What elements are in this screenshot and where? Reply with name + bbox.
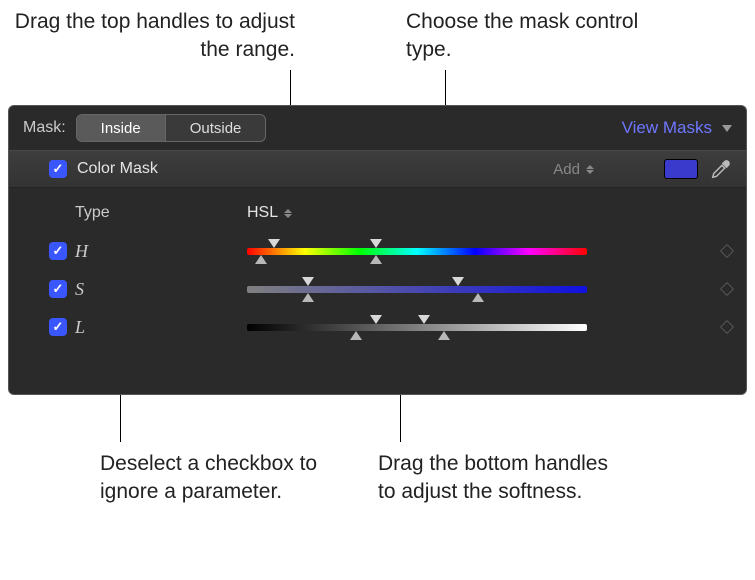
s-keyframe[interactable] (720, 282, 734, 296)
h-slider[interactable] (247, 238, 587, 264)
mask-panel: Mask: Inside Outside View Masks Color Ma… (8, 105, 747, 395)
color-swatch[interactable] (664, 159, 698, 179)
s-soft-handle-right[interactable] (472, 293, 484, 302)
h-checkbox[interactable] (49, 242, 67, 260)
chevron-down-icon (722, 125, 732, 132)
color-mask-checkbox[interactable] (49, 160, 67, 178)
s-track (247, 286, 587, 293)
h-range-handle-right[interactable] (370, 239, 382, 248)
seg-inside-button[interactable]: Inside (77, 115, 165, 141)
s-soft-handle-left[interactable] (302, 293, 314, 302)
l-soft-handle-left[interactable] (350, 331, 362, 340)
rows-container: Type HSL H S (9, 188, 746, 346)
color-mask-header: Color Mask Add (9, 150, 746, 188)
l-range-handle-left[interactable] (370, 315, 382, 324)
param-row-s: S (49, 270, 732, 308)
param-row-l: L (49, 308, 732, 346)
h-soft-handle-right[interactable] (370, 255, 382, 264)
type-row: Type HSL (49, 194, 732, 232)
view-masks-label: View Masks (622, 118, 712, 138)
s-slider[interactable] (247, 276, 587, 302)
l-slider[interactable] (247, 314, 587, 340)
l-keyframe[interactable] (720, 320, 734, 334)
h-range-handle-left[interactable] (268, 239, 280, 248)
callout-softness: Drag the bottom handles to adjust the so… (378, 450, 618, 507)
color-tools (664, 158, 732, 180)
h-label: H (75, 241, 135, 262)
l-checkbox[interactable] (49, 318, 67, 336)
eyedropper-icon[interactable] (710, 158, 732, 180)
h-soft-handle-left[interactable] (255, 255, 267, 264)
param-row-h: H (49, 232, 732, 270)
type-dropdown[interactable]: HSL (247, 204, 292, 222)
l-label: L (75, 317, 135, 338)
l-soft-handle-right[interactable] (438, 331, 450, 340)
l-range-handle-right[interactable] (418, 315, 430, 324)
s-checkbox[interactable] (49, 280, 67, 298)
updown-icon (284, 209, 292, 218)
type-label: Type (75, 204, 135, 222)
h-track (247, 248, 587, 255)
updown-icon (586, 165, 594, 174)
color-mask-title: Color Mask (77, 160, 158, 178)
view-masks-dropdown[interactable]: View Masks (622, 118, 732, 138)
add-dropdown[interactable]: Add (553, 161, 594, 178)
callout-checkbox: Deselect a checkbox to ignore a paramete… (100, 450, 330, 507)
s-label: S (75, 279, 135, 300)
seg-outside-button[interactable]: Outside (165, 115, 266, 141)
panel-top-bar: Mask: Inside Outside View Masks (9, 106, 746, 150)
mask-mode-segmented: Inside Outside (76, 114, 267, 142)
l-track (247, 324, 587, 331)
callout-range: Drag the top handles to adjust the range… (0, 8, 295, 65)
mask-label: Mask: (23, 119, 66, 137)
s-range-handle-left[interactable] (302, 277, 314, 286)
callout-type: Choose the mask control type. (406, 8, 686, 65)
s-range-handle-right[interactable] (452, 277, 464, 286)
h-keyframe[interactable] (720, 244, 734, 258)
